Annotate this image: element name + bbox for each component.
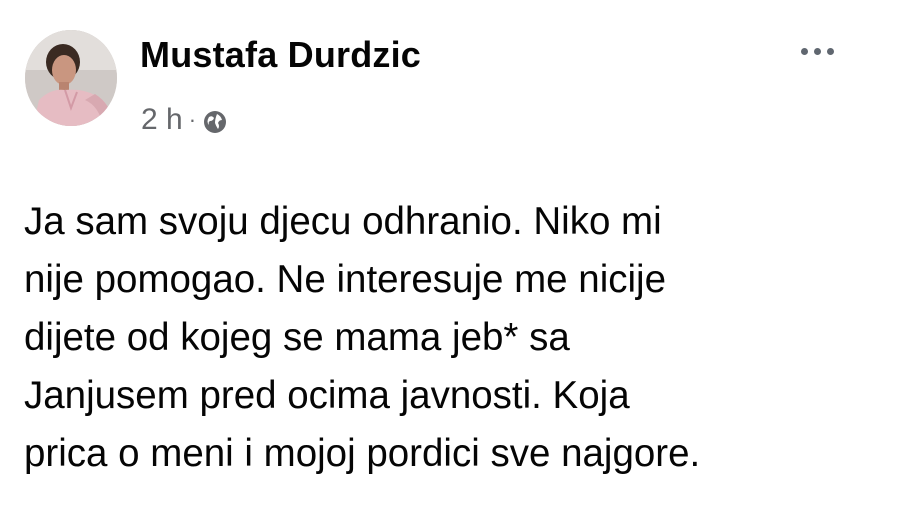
author-name[interactable]: Mustafa Durdzic [140,34,421,76]
more-options-icon[interactable] [790,36,844,66]
post-text-line: nije pomogao. Ne interesuje me nicije [24,258,667,301]
post-text: Ja sam svoju djecu odhranio. Niko mi nij… [24,193,874,483]
post-text-line: Ja sam svoju djecu odhranio. Niko mi [24,200,662,243]
post-meta: 2 h · [141,102,227,138]
globe-icon[interactable] [203,108,227,133]
meta-separator: · [188,107,197,132]
more-dot [826,47,834,55]
post-text-line: prica o meni i mojoj pordici sve najgore… [24,432,701,475]
post-time[interactable]: 2 h [141,103,183,137]
avatar-photo [25,30,117,126]
more-dot [813,47,821,55]
facebook-post: Mustafa Durdzic 2 h · Ja sam svoju djecu… [0,0,900,515]
avatar[interactable] [25,30,117,126]
post-text-line: dijete od kojeg se mama jeb* sa [24,316,570,359]
more-dot [800,47,808,55]
post-text-line: Janjusem pred ocima javnosti. Koja [24,374,630,417]
